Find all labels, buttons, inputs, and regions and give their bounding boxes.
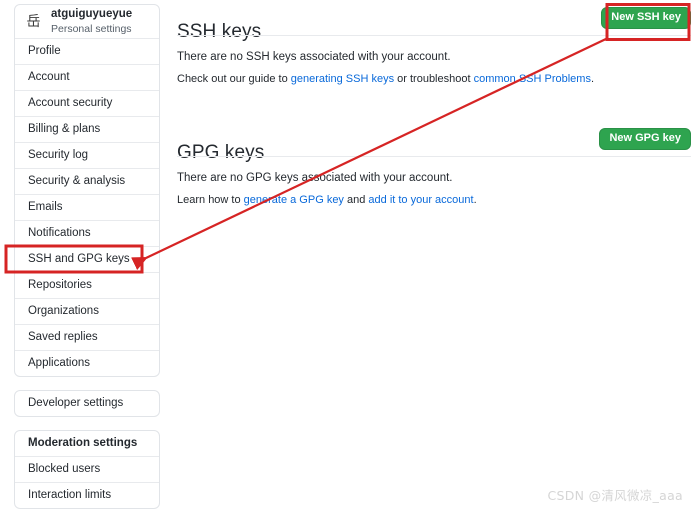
- moderation-settings-group: Moderation settings Blocked users Intera…: [14, 430, 160, 509]
- settings-sidebar: 岳 atguiguyueyue Personal settings Profil…: [14, 4, 160, 522]
- ssh-keys-divider: [177, 35, 691, 36]
- profile-username: atguiguyueyue: [51, 7, 133, 20]
- sidebar-item-ssh-and-gpg-keys[interactable]: SSH and GPG keys: [15, 246, 159, 272]
- gpg-help-prefix: Learn how to: [177, 194, 244, 206]
- sidebar-item-interaction-limits[interactable]: Interaction limits: [15, 482, 159, 508]
- sidebar-item-blocked-users[interactable]: Blocked users: [15, 456, 159, 482]
- sidebar-item-notifications[interactable]: Notifications: [15, 220, 159, 246]
- personal-settings-group: 岳 atguiguyueyue Personal settings Profil…: [14, 4, 160, 377]
- gpg-help-middle: and: [343, 194, 369, 206]
- user-avatar-icon: 岳: [26, 13, 41, 30]
- sidebar-item-repositories[interactable]: Repositories: [15, 272, 159, 298]
- sidebar-item-developer-settings[interactable]: Developer settings: [15, 391, 159, 416]
- ssh-keys-header: SSH keys New SSH key: [177, 0, 691, 42]
- generating-ssh-keys-link[interactable]: generating SSH keys: [291, 73, 394, 85]
- ssh-keys-help-text: Check out our guide to generating SSH ke…: [177, 73, 691, 85]
- add-it-to-your-account-link[interactable]: add it to your account: [368, 194, 473, 206]
- sidebar-item-saved-replies[interactable]: Saved replies: [15, 324, 159, 350]
- developer-settings-group: Developer settings: [14, 390, 160, 417]
- sidebar-item-profile[interactable]: Profile: [15, 38, 159, 64]
- gpg-keys-title: GPG keys: [177, 141, 265, 163]
- gpg-keys-header: GPG keys New GPG key: [177, 121, 691, 163]
- sidebar-item-account[interactable]: Account: [15, 64, 159, 90]
- sidebar-item-security-log[interactable]: Security log: [15, 142, 159, 168]
- settings-page: 岳 atguiguyueyue Personal settings Profil…: [0, 0, 695, 516]
- ssh-help-middle: or troubleshoot: [394, 73, 474, 85]
- gpg-keys-section: GPG keys New GPG key There are no GPG ke…: [177, 121, 691, 206]
- ssh-help-prefix: Check out our guide to: [177, 73, 291, 85]
- ssh-keys-empty-message: There are no SSH keys associated with yo…: [177, 51, 451, 63]
- sidebar-item-security-and-analysis[interactable]: Security & analysis: [15, 168, 159, 194]
- gpg-keys-help-text: Learn how to generate a GPG key and add …: [177, 194, 691, 206]
- csdn-watermark: CSDN @清风微凉_aaa: [547, 488, 683, 503]
- ssh-help-suffix: .: [590, 73, 595, 85]
- sidebar-item-billing-and-plans[interactable]: Billing & plans: [15, 116, 159, 142]
- gpg-keys-divider: [177, 156, 691, 157]
- gpg-keys-empty-message: There are no GPG keys associated with yo…: [177, 172, 453, 184]
- ssh-keys-section: SSH keys New SSH key There are no SSH ke…: [177, 0, 691, 85]
- settings-main-content: SSH keys New SSH key There are no SSH ke…: [177, 0, 691, 206]
- ssh-keys-title: SSH keys: [177, 20, 262, 42]
- sidebar-item-account-security[interactable]: Account security: [15, 90, 159, 116]
- sidebar-profile-header[interactable]: 岳 atguiguyueyue Personal settings: [15, 5, 159, 38]
- new-gpg-key-button[interactable]: New GPG key: [599, 128, 691, 150]
- sidebar-item-moderation-settings[interactable]: Moderation settings: [15, 431, 159, 456]
- profile-subtitle: Personal settings: [51, 22, 132, 35]
- sidebar-item-emails[interactable]: Emails: [15, 194, 159, 220]
- new-ssh-key-button[interactable]: New SSH key: [601, 7, 691, 29]
- generate-gpg-key-link[interactable]: generate a GPG key: [244, 194, 344, 206]
- sidebar-item-applications[interactable]: Applications: [15, 350, 159, 376]
- sidebar-item-organizations[interactable]: Organizations: [15, 298, 159, 324]
- gpg-help-suffix: .: [473, 194, 477, 206]
- common-ssh-problems-link[interactable]: common SSH Problems: [474, 73, 591, 85]
